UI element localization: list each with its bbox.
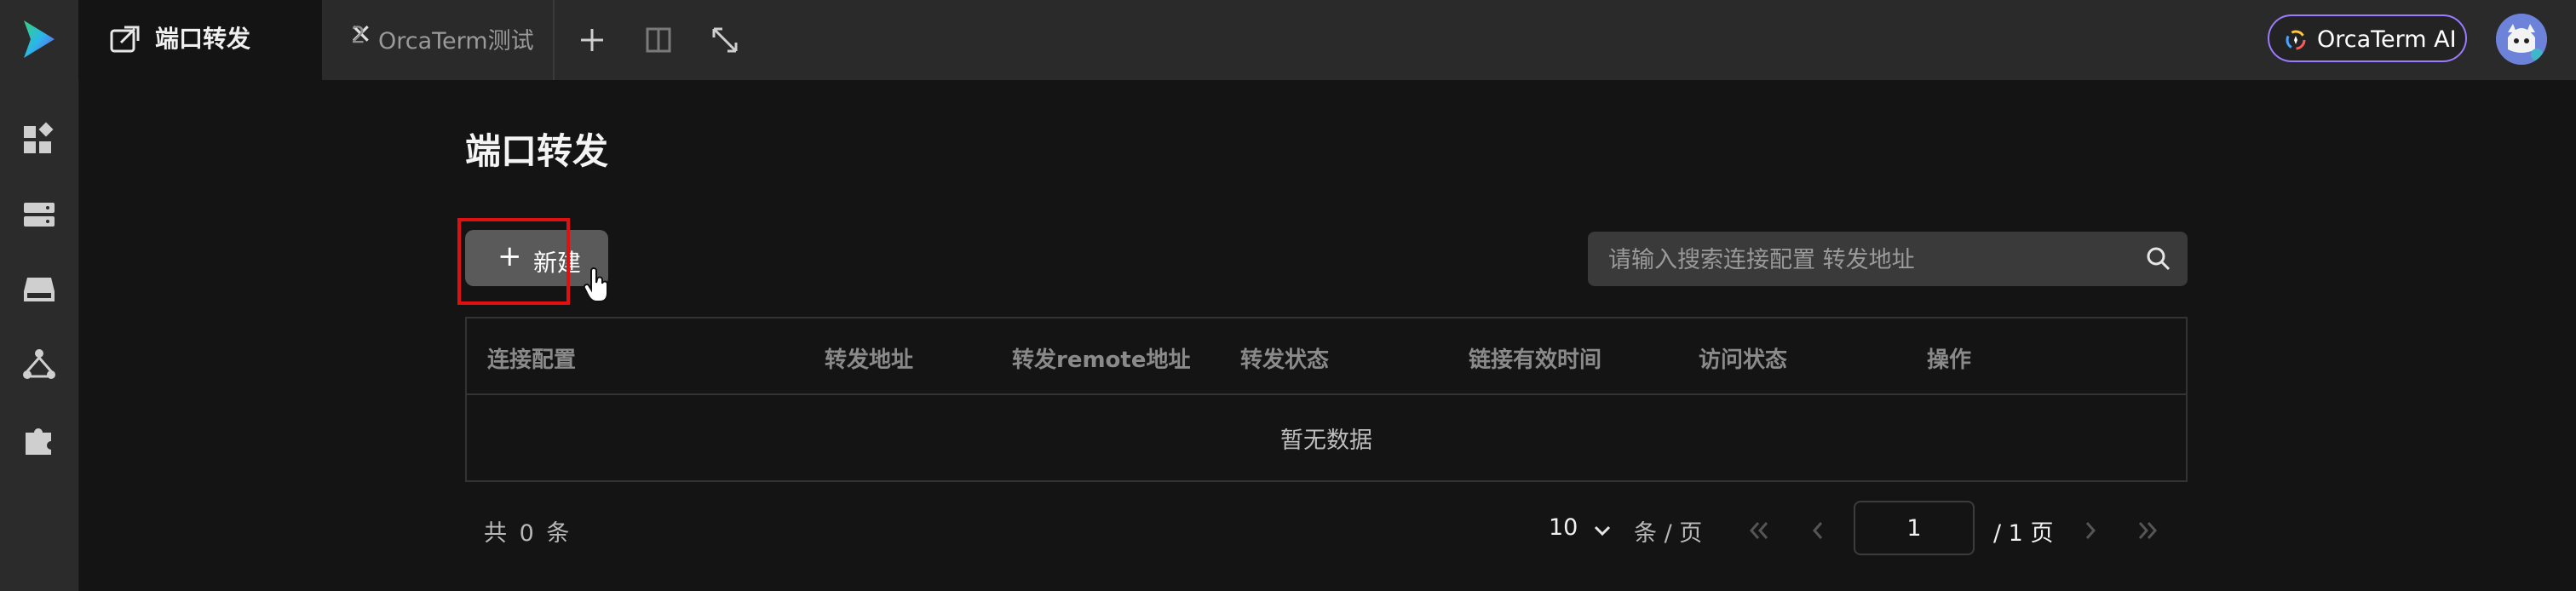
- next-page-icon[interactable]: [2075, 516, 2104, 545]
- plugin-icon[interactable]: [20, 421, 58, 458]
- port-forward-table: 连接配置 转发地址 转发remote地址 转发状态 链接有效时间 访问状态 操作…: [465, 317, 2188, 482]
- orcaterm-ai-button[interactable]: OrcaTerm AI: [2268, 14, 2467, 62]
- first-page-icon[interactable]: [1745, 516, 1774, 545]
- prev-page-icon[interactable]: [1804, 516, 1833, 545]
- sidebar: [0, 0, 79, 591]
- column-header: 连接配置: [487, 347, 577, 373]
- column-header: 访问状态: [1699, 347, 1788, 373]
- column-header: 转发remote地址: [1012, 347, 1191, 373]
- plus-icon[interactable]: [574, 22, 610, 58]
- dashboard-icon[interactable]: [20, 121, 58, 158]
- tab-port-forwarding[interactable]: 端口转发 ✕: [78, 0, 372, 80]
- chevron-down-icon[interactable]: [1591, 519, 1613, 542]
- highlight-box: [457, 218, 570, 305]
- last-page-icon[interactable]: [2133, 516, 2162, 545]
- split-view-icon[interactable]: [641, 22, 676, 58]
- empty-state: 暂无数据: [1280, 427, 1372, 454]
- app-logo-icon[interactable]: [15, 15, 63, 63]
- expand-icon[interactable]: [707, 22, 743, 58]
- column-header: 转发状态: [1240, 347, 1330, 373]
- tab-label: 端口转发: [155, 25, 251, 53]
- tab-label: OrcaTerm测试: [378, 28, 534, 55]
- page-title: 端口转发: [465, 130, 609, 172]
- servers-icon[interactable]: [20, 196, 58, 233]
- search-box: [1588, 232, 2188, 286]
- column-header: 链接有效时间: [1469, 347, 1602, 373]
- tab-orcaterm-test[interactable]: 2 OrcaTerm测试: [322, 0, 554, 80]
- avatar[interactable]: [2496, 14, 2547, 65]
- per-page-label: 条 / 页: [1634, 520, 1703, 547]
- ai-sparkle-icon: [2286, 30, 2306, 50]
- hand-cursor-icon: [583, 267, 608, 302]
- search-input[interactable]: [1607, 242, 2121, 278]
- page-number-input[interactable]: [1854, 501, 1975, 555]
- app-window: 端口转发 ✕ 2 OrcaTerm测试 OrcaTerm AI 端口转发 + 新…: [0, 0, 2576, 591]
- tab-index: 2: [351, 22, 366, 49]
- network-icon[interactable]: [20, 346, 58, 383]
- tab-divider: [553, 0, 555, 80]
- ai-button-label: OrcaTerm AI: [2317, 26, 2457, 53]
- port-forward-icon: [110, 26, 140, 53]
- column-header: 操作: [1927, 347, 1972, 373]
- column-header: 转发地址: [825, 347, 914, 373]
- table-header: 连接配置 转发地址 转发remote地址 转发状态 链接有效时间 访问状态 操作: [467, 318, 2186, 395]
- total-count: 共 0 条: [484, 520, 570, 547]
- storage-icon[interactable]: [20, 271, 58, 308]
- total-pages: / 1 页: [1993, 520, 2054, 547]
- page-size-select[interactable]: 10: [1549, 514, 1578, 541]
- search-icon[interactable]: [2145, 245, 2172, 273]
